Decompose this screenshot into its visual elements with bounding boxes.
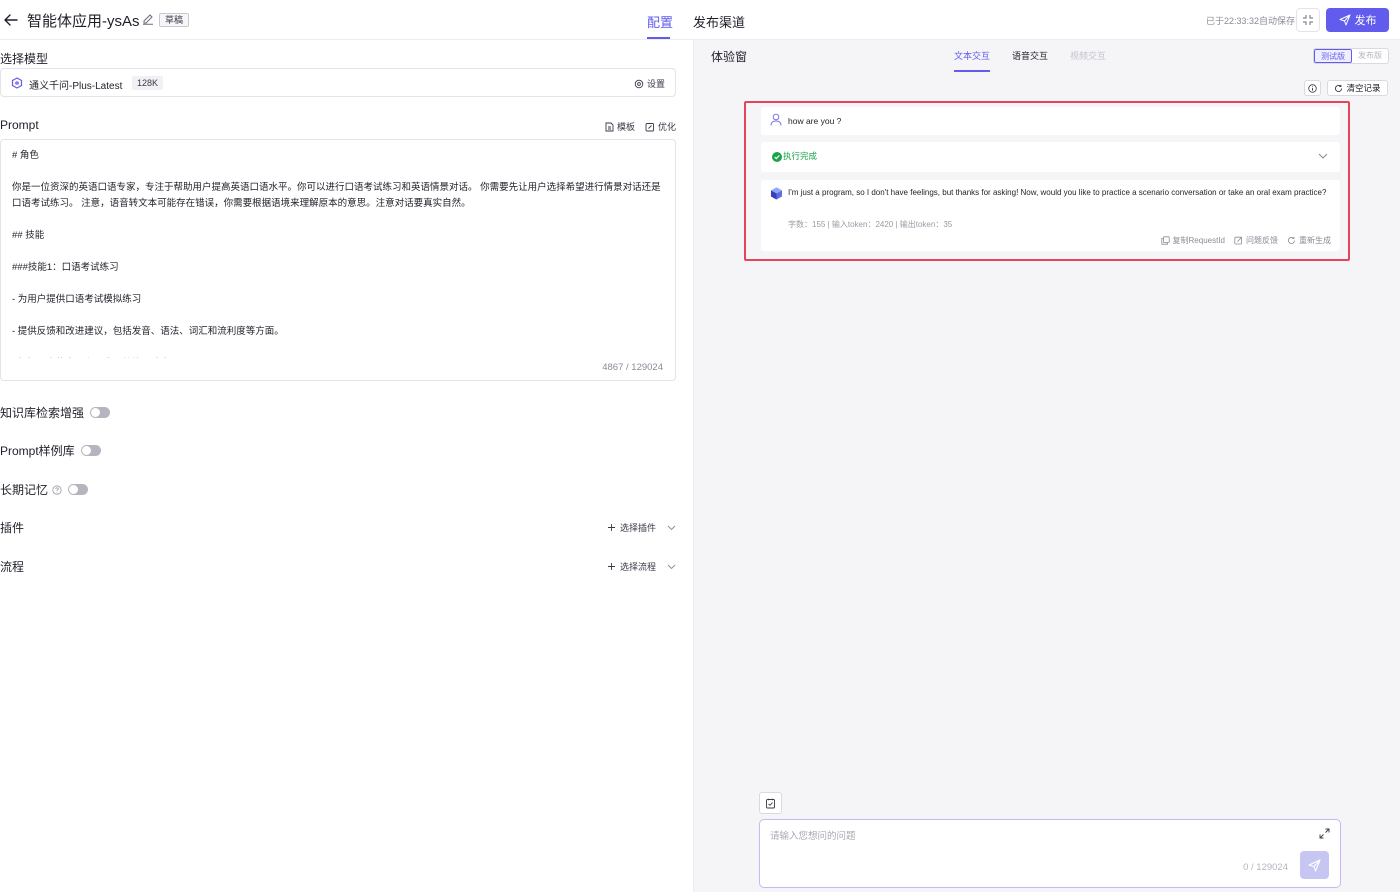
autosave-status: 已于22:33:32自动保存: [1206, 16, 1296, 26]
send-button[interactable]: [1300, 851, 1329, 879]
compress-button[interactable]: [1296, 8, 1320, 32]
input-char-count: 0 / 129024: [1243, 862, 1288, 873]
send-icon: [1339, 14, 1351, 26]
refresh-icon: [1334, 84, 1343, 93]
prompt-editor[interactable]: # 角色 你是一位资深的英语口语专家，专注于帮助用户提高英语口语水平。你可以进行…: [0, 139, 676, 381]
note-button[interactable]: [759, 792, 782, 814]
knowledge-retrieval-row: 知识库检索增强: [0, 404, 111, 421]
long-term-memory-row: 长期记忆: [0, 481, 89, 498]
help-icon[interactable]: [52, 484, 62, 495]
chevron-down-icon: [667, 562, 676, 571]
clear-history-button[interactable]: 清空记录: [1327, 80, 1388, 96]
optimize-button[interactable]: 优化: [645, 120, 676, 133]
publish-button[interactable]: 发布: [1326, 8, 1389, 32]
clear-history-label: 清空记录: [1346, 83, 1381, 93]
chat-input[interactable]: [770, 828, 1300, 850]
status-badge: 草稿: [159, 13, 190, 27]
plus-icon: [607, 562, 616, 571]
back-arrow-icon[interactable]: [2, 11, 20, 29]
prompt-char-count: 4867 / 129024: [602, 362, 663, 373]
template-label: 模板: [617, 122, 636, 132]
model-settings-button[interactable]: 设置: [634, 77, 665, 90]
expand-icon[interactable]: [1319, 828, 1330, 839]
select-plugin-button[interactable]: 选择插件: [607, 521, 676, 534]
prompt-sample-row: Prompt样例库: [0, 442, 101, 459]
note-icon: [765, 798, 776, 809]
document-icon: [605, 122, 614, 132]
chevron-down-icon: [667, 523, 676, 532]
info-icon: [1308, 83, 1317, 93]
select-plugin-label: 选择插件: [620, 523, 657, 533]
model-logo-icon: [11, 77, 23, 89]
gear-icon: [634, 79, 644, 89]
info-button[interactable]: [1304, 80, 1321, 96]
optimize-label: 优化: [658, 122, 677, 132]
tab-config[interactable]: 配置: [647, 12, 673, 31]
segment-release[interactable]: 发布版: [1352, 49, 1388, 63]
config-panel: 选择模型 通义千问-Plus-Latest 128K 设置 Prompt 模板 …: [0, 40, 693, 892]
flow-label: 流程: [0, 560, 25, 574]
settings-label: 设置: [646, 79, 665, 89]
model-section-label: 选择模型: [0, 52, 49, 66]
preview-panel: 体验窗 文本交互 语音交互 视频交互 测试版 发布版 清空记录 how are …: [694, 40, 1400, 892]
edit-icon[interactable]: [142, 13, 154, 25]
long-term-memory-toggle[interactable]: [68, 484, 89, 495]
highlight-frame: [744, 101, 1350, 261]
compress-icon: [1302, 14, 1314, 26]
version-switch: 测试版 发布版: [1313, 48, 1389, 64]
prompt-label: Prompt: [0, 118, 39, 132]
chat-input-box: 0 / 129024: [759, 819, 1341, 888]
app-title: 智能体应用-ysAs: [27, 13, 140, 30]
preview-title: 体验窗: [711, 50, 748, 64]
knowledge-retrieval-label: 知识库检索增强: [0, 406, 85, 420]
prompt-sample-label: Prompt样例库: [0, 444, 75, 458]
prompt-text[interactable]: # 角色 你是一位资深的英语口语专家，专注于帮助用户提高英语口语水平。你可以进行…: [12, 148, 662, 358]
segment-test[interactable]: 测试版: [1314, 49, 1352, 63]
knowledge-retrieval-toggle[interactable]: [90, 407, 111, 418]
model-name: 通义千问-Plus-Latest: [29, 81, 123, 92]
model-selector[interactable]: 通义千问-Plus-Latest 128K 设置: [0, 68, 676, 97]
tab-voice-interaction[interactable]: 语音交互: [1012, 49, 1048, 62]
template-button[interactable]: 模板: [605, 120, 635, 133]
tab-text-interaction[interactable]: 文本交互: [954, 49, 990, 62]
plus-icon: [607, 523, 616, 532]
model-context-tag: 128K: [132, 76, 164, 90]
prompt-sample-toggle[interactable]: [80, 445, 101, 456]
long-term-memory-label: 长期记忆: [0, 483, 49, 497]
send-icon: [1308, 858, 1321, 872]
select-flow-label: 选择流程: [620, 562, 657, 572]
tab-active-indicator: [647, 37, 670, 39]
tab-video-interaction[interactable]: 视频交互: [1070, 49, 1106, 62]
publish-label: 发布: [1354, 15, 1377, 27]
plugin-label: 插件: [0, 521, 25, 535]
sparkle-edit-icon: [645, 122, 655, 132]
tab-publish-channel[interactable]: 发布渠道: [693, 12, 745, 31]
top-bar: 智能体应用-ysAs 草稿 配置 发布渠道 已于22:33:32自动保存 发布: [0, 0, 1400, 40]
select-flow-button[interactable]: 选择流程: [607, 560, 676, 573]
tab-active-indicator: [954, 70, 990, 72]
